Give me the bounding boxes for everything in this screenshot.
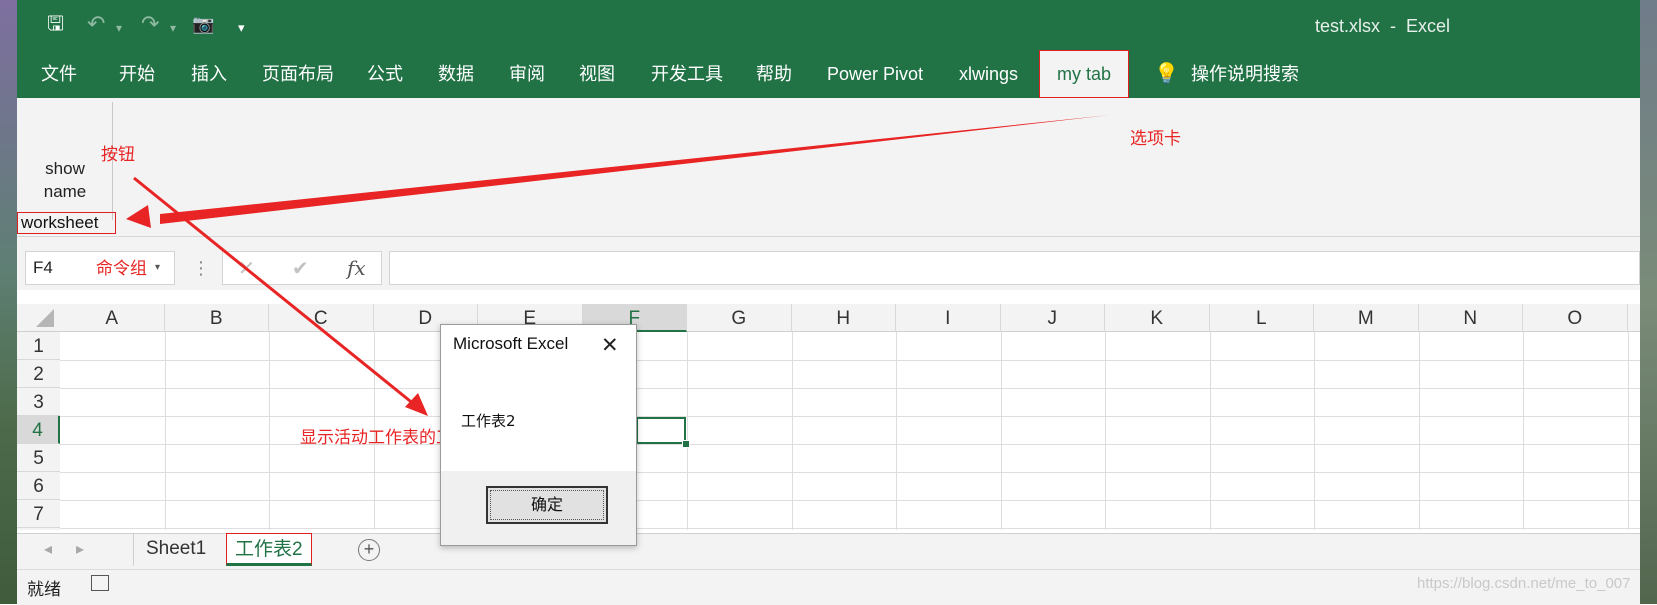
arrowhead-dialog <box>405 393 428 416</box>
annotation-arrows <box>126 115 1110 416</box>
arrow-button-to-dialog <box>133 176 416 407</box>
arrow-tab-to-group <box>160 115 1110 224</box>
arrowhead-group <box>126 205 151 228</box>
